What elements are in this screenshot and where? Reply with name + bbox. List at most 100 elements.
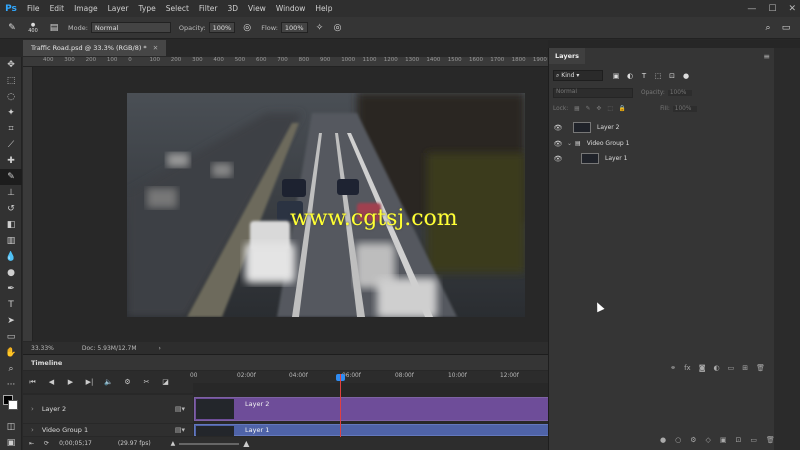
quick-select-tool-icon[interactable]: ✦ bbox=[0, 105, 22, 121]
marquee-tool-icon[interactable]: ⬚ bbox=[0, 73, 22, 89]
expand-chevron-icon[interactable]: › bbox=[31, 426, 34, 434]
lock-transparent-icon[interactable]: ▦ bbox=[574, 106, 579, 112]
layers-tab[interactable]: Layers bbox=[549, 48, 586, 64]
layer-style-fx-icon[interactable]: fx bbox=[684, 364, 691, 372]
new-layer-icon[interactable]: ⊞ bbox=[742, 364, 748, 372]
filter-shape-icon[interactable]: ⬚ bbox=[651, 72, 665, 80]
transition-icon[interactable]: ◪ bbox=[156, 375, 175, 389]
lock-artboard-icon[interactable]: ⬚ bbox=[607, 106, 612, 112]
dot-icon[interactable]: ● bbox=[660, 436, 666, 444]
film-strip-icon[interactable]: ▤▾ bbox=[175, 405, 185, 413]
dodge-tool-icon[interactable]: ● bbox=[0, 265, 22, 281]
lock-all-icon[interactable]: 🔒 bbox=[619, 106, 626, 112]
layer-row-layer-1[interactable]: 👁 Layer 1 bbox=[549, 151, 767, 166]
lock-position-icon[interactable]: ✥ bbox=[597, 106, 602, 112]
timeline-tab[interactable]: Timeline bbox=[23, 359, 70, 367]
hand-tool-icon[interactable]: ✋ bbox=[0, 345, 22, 361]
gradient-tool-icon[interactable]: ▥ bbox=[0, 233, 22, 249]
timeline-ruler[interactable]: 00 02:00f 04:00f 06:00f 08:00f 10:00f 12… bbox=[190, 371, 548, 383]
filter-type-icon[interactable]: T bbox=[637, 72, 651, 80]
menu-image[interactable]: Image bbox=[69, 4, 103, 13]
menu-layer[interactable]: Layer bbox=[103, 4, 134, 13]
diamond-icon[interactable]: ◇ bbox=[706, 436, 711, 444]
pen-tool-icon[interactable]: ✒ bbox=[0, 281, 22, 297]
film-strip-icon[interactable]: ▤▾ bbox=[175, 426, 185, 434]
convert-to-frame-icon[interactable]: ⟳ bbox=[44, 440, 49, 447]
layer-opacity-field[interactable]: 100% bbox=[667, 90, 692, 96]
screen-mode-icon[interactable]: ▣ bbox=[0, 435, 22, 450]
clip-layer-2[interactable]: Layer 2 ▸ bbox=[194, 397, 592, 421]
menu-window[interactable]: Window bbox=[271, 4, 311, 13]
opacity-field[interactable]: 100% bbox=[208, 22, 236, 33]
zoom-level[interactable]: 33.33% bbox=[31, 345, 54, 352]
frame-icon[interactable]: ⊡ bbox=[736, 436, 742, 444]
go-to-first-frame-icon[interactable]: ⏮ bbox=[23, 375, 42, 389]
rectangle-tool-icon[interactable]: ▭ bbox=[0, 329, 22, 345]
menu-select[interactable]: Select bbox=[161, 4, 194, 13]
new-group-folder-icon[interactable]: ▭ bbox=[728, 364, 735, 372]
eraser-tool-icon[interactable]: ◧ bbox=[0, 217, 22, 233]
lock-pixels-icon[interactable]: ✎ bbox=[586, 106, 591, 112]
panel-menu-icon[interactable]: ≡ bbox=[763, 52, 770, 61]
play-icon[interactable]: ▶ bbox=[61, 375, 80, 389]
close-tab-icon[interactable]: ✕ bbox=[153, 44, 158, 52]
render-video-icon[interactable]: ⇤ bbox=[29, 440, 34, 447]
brush-tool-icon[interactable]: ✎ bbox=[0, 169, 22, 185]
move-tool-icon[interactable]: ✥ bbox=[0, 57, 22, 73]
clone-stamp-tool-icon[interactable]: ⊥ bbox=[0, 185, 22, 201]
menu-help[interactable]: Help bbox=[310, 4, 337, 13]
collapse-chevron-icon[interactable]: ⌄ bbox=[567, 140, 572, 147]
filter-adjustment-icon[interactable]: ◐ bbox=[623, 72, 637, 80]
zoom-out-icon[interactable]: ▲ bbox=[171, 440, 176, 447]
visibility-eye-icon[interactable]: 👁 bbox=[549, 124, 567, 132]
search-icon[interactable]: ⌕ bbox=[762, 22, 774, 34]
blend-mode-select[interactable]: Normal bbox=[553, 88, 633, 98]
flow-field[interactable]: 100% bbox=[280, 22, 308, 33]
settings-gear-icon[interactable]: ⚙ bbox=[118, 375, 137, 389]
timeline-zoom-slider[interactable] bbox=[179, 442, 240, 445]
menu-file[interactable]: File bbox=[22, 4, 45, 13]
lasso-tool-icon[interactable]: ◌ bbox=[0, 89, 22, 105]
more-tools-icon[interactable]: ··· bbox=[0, 377, 22, 393]
pressure-opacity-icon[interactable]: ◎ bbox=[241, 22, 253, 34]
delete-trash-icon[interactable]: 🗑 bbox=[756, 364, 765, 372]
filter-smart-object-icon[interactable]: ⊡ bbox=[665, 72, 679, 80]
blur-tool-icon[interactable]: 💧 bbox=[0, 249, 22, 265]
brush-panel-icon[interactable]: ▤ bbox=[48, 22, 60, 34]
menu-filter[interactable]: Filter bbox=[194, 4, 223, 13]
maximize-icon[interactable]: ☐ bbox=[768, 4, 776, 14]
zoom-tool-icon[interactable]: ⌕ bbox=[0, 361, 22, 377]
expand-chevron-icon[interactable]: › bbox=[31, 405, 34, 413]
next-frame-icon[interactable]: ▶| bbox=[80, 375, 99, 389]
close-icon[interactable]: ✕ bbox=[788, 4, 796, 14]
square-icon[interactable]: ▣ bbox=[720, 436, 727, 444]
audio-icon[interactable]: 🔈 bbox=[99, 375, 118, 389]
track-header-layer-2[interactable]: › Layer 2 ▤▾ bbox=[23, 395, 193, 423]
brush-tool-preset-icon[interactable]: ✎ bbox=[6, 22, 18, 34]
adjustment-layer-icon[interactable]: ◐ bbox=[714, 364, 720, 372]
playhead-line[interactable] bbox=[340, 374, 341, 440]
menu-edit[interactable]: Edit bbox=[45, 4, 70, 13]
path-selection-tool-icon[interactable]: ➤ bbox=[0, 313, 22, 329]
previous-frame-icon[interactable]: ◀ bbox=[42, 375, 61, 389]
track-header-video-group-1[interactable]: › Video Group 1 ▤▾ bbox=[23, 424, 193, 436]
document-tab[interactable]: Traffic Road.psd @ 33.3% (RGB/8) * ✕ bbox=[23, 40, 167, 56]
minimize-icon[interactable]: — bbox=[747, 4, 756, 14]
history-brush-tool-icon[interactable]: ↺ bbox=[0, 201, 22, 217]
mode-select[interactable]: Normal bbox=[90, 22, 171, 33]
gear-icon[interactable]: ⚙ bbox=[690, 436, 696, 444]
zoom-in-icon[interactable]: ▲ bbox=[243, 439, 249, 448]
new-item-icon[interactable]: ▭ bbox=[750, 436, 757, 444]
menu-view[interactable]: View bbox=[243, 4, 271, 13]
split-scissors-icon[interactable]: ✂ bbox=[137, 375, 156, 389]
color-swatches[interactable] bbox=[0, 393, 22, 419]
workspace-icon[interactable]: ▭ bbox=[780, 22, 792, 34]
status-menu-arrow-icon[interactable]: › bbox=[159, 345, 161, 352]
filter-toggle-icon[interactable]: ● bbox=[679, 72, 693, 80]
filter-kind-select[interactable]: ⌕ Kind ▾ bbox=[553, 70, 603, 81]
filter-pixel-icon[interactable]: ▣ bbox=[609, 72, 623, 80]
add-mask-icon[interactable]: ◙ bbox=[699, 364, 706, 372]
crop-tool-icon[interactable]: ⌗ bbox=[0, 121, 22, 137]
eyedropper-tool-icon[interactable]: ⟋ bbox=[0, 137, 22, 153]
airbrush-icon[interactable]: ✧ bbox=[314, 22, 326, 34]
